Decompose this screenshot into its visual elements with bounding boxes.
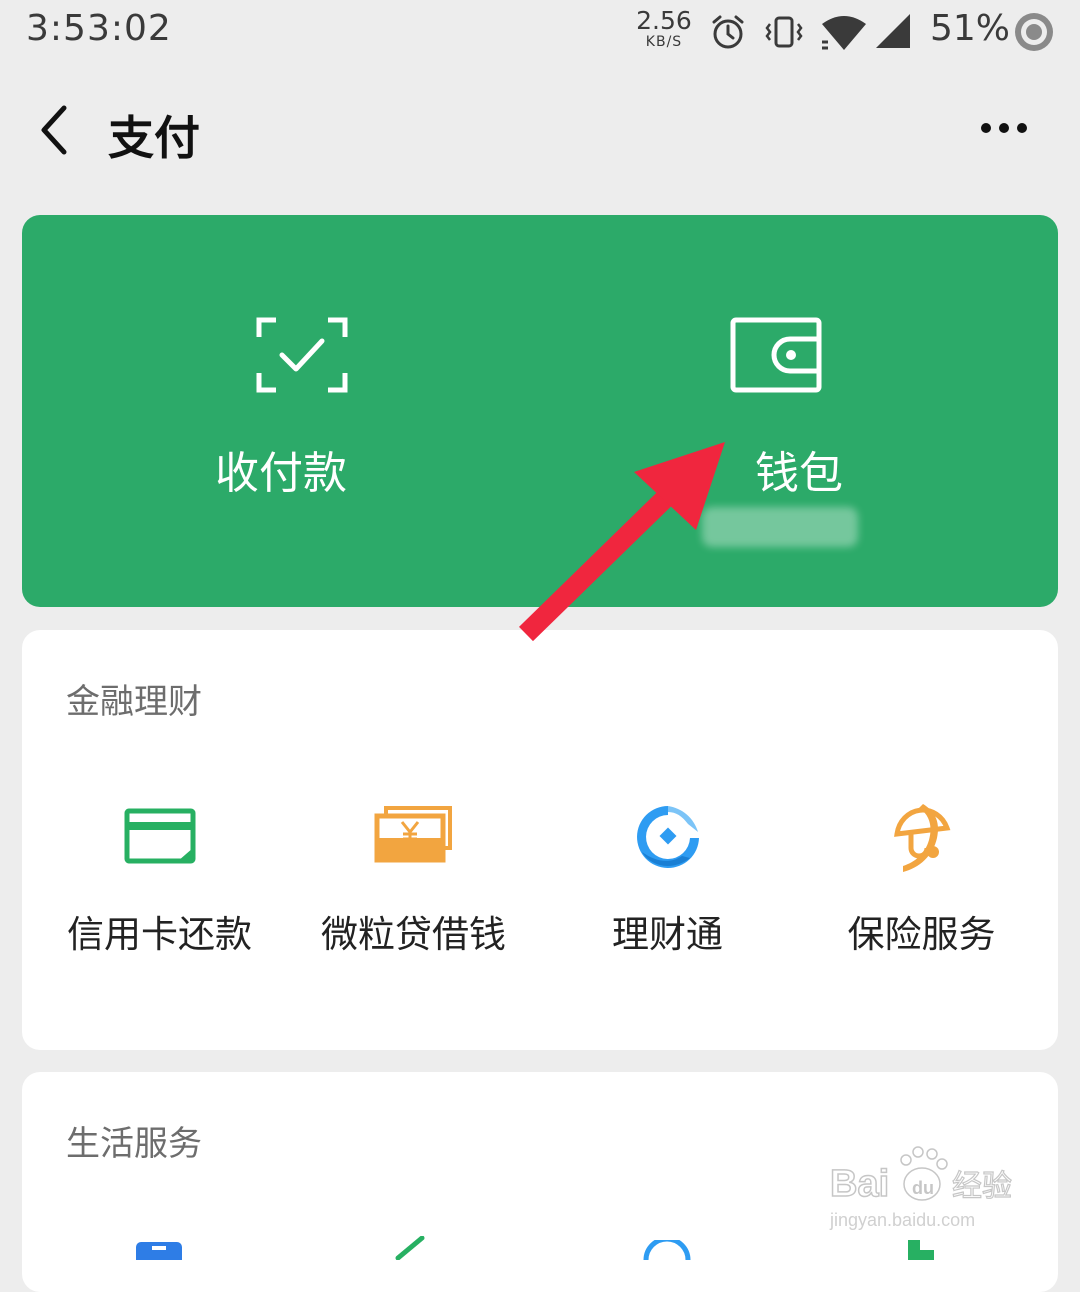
circle-service-icon[interactable]: [642, 1236, 692, 1264]
battery-ring-icon: [1012, 10, 1056, 58]
finance-section: 金融理财 信用卡还款 微粒贷借钱 理财通 保险服务: [22, 630, 1058, 1050]
network-speed-value: 2.56: [636, 6, 692, 35]
credit-card-icon: [124, 808, 196, 868]
credit-card-repay-label: 信用卡还款: [67, 913, 252, 956]
more-dots-icon: [981, 123, 1027, 133]
licaitong-item[interactable]: 理财通: [538, 800, 797, 960]
receive-payment-button[interactable]: 收付款: [22, 215, 540, 607]
more-button[interactable]: [974, 110, 1034, 146]
page-title: 支付: [108, 111, 200, 165]
back-button[interactable]: [30, 100, 80, 160]
insurance-umbrella-icon: [889, 800, 955, 878]
cash-yuan-icon: [374, 804, 454, 868]
svg-text:du: du: [912, 1178, 934, 1198]
insurance-item[interactable]: 保险服务: [792, 800, 1051, 960]
credit-card-repay-item[interactable]: 信用卡还款: [30, 800, 289, 960]
receive-payment-label: 收付款: [215, 448, 347, 499]
signal-icon: [874, 12, 914, 56]
life-services-section-title: 生活服务: [66, 1124, 202, 1164]
weilidai-loan-item[interactable]: 微粒贷借钱: [284, 800, 543, 960]
svg-text:Bai: Bai: [830, 1163, 889, 1205]
green-service-icon[interactable]: [902, 1238, 942, 1264]
svg-text:jingyan.baidu.com: jingyan.baidu.com: [829, 1210, 975, 1230]
licaitong-label: 理财通: [612, 913, 723, 956]
network-speed-unit: KB/S: [645, 34, 683, 50]
vibrate-icon: [764, 12, 804, 56]
svg-text:经验: 经验: [952, 1169, 1012, 1204]
check-leaf-icon[interactable]: [394, 1235, 434, 1264]
scan-check-icon: [256, 317, 348, 397]
baidu-jingyan-watermark: Bai du 经验 jingyan.baidu.com: [826, 1140, 1026, 1240]
insurance-label: 保险服务: [847, 913, 996, 956]
wifi-icon: [818, 12, 870, 56]
chevron-left-icon: [41, 105, 67, 155]
wallet-icon: [730, 317, 822, 397]
licaitong-icon: [632, 802, 704, 876]
alarm-icon: [708, 12, 748, 56]
arrow-annotation-icon: [510, 420, 750, 660]
status-time: 3:53:02: [26, 8, 172, 49]
battery-percent: 51%: [930, 8, 1011, 49]
weilidai-loan-label: 微粒贷借钱: [321, 913, 506, 956]
finance-section-title: 金融理财: [66, 682, 202, 722]
network-speed: 2.56 KB/S: [636, 8, 692, 49]
status-bar: 3:53:02 2.56 KB/S 51%: [0, 0, 1080, 64]
phone-recharge-icon[interactable]: [134, 1240, 184, 1266]
